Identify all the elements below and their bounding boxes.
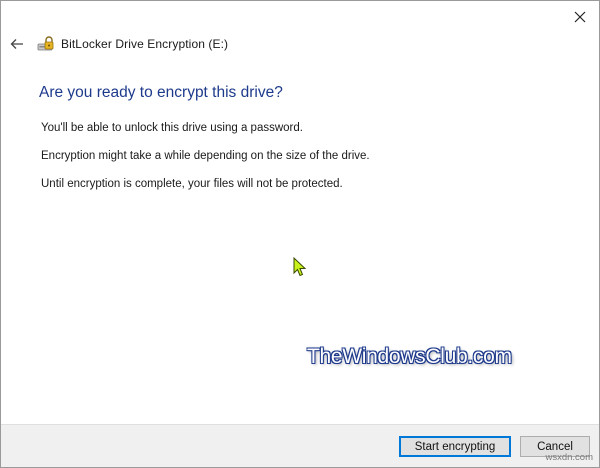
info-text-password: You'll be able to unlock this drive usin…: [41, 122, 303, 134]
page-heading: Are you ready to encrypt this drive?: [39, 84, 283, 101]
info-text-protection: Until encryption is complete, your files…: [41, 178, 343, 190]
window-title: BitLocker Drive Encryption (E:): [61, 37, 229, 51]
close-button[interactable]: [569, 7, 591, 27]
info-text-duration: Encryption might take a while depending …: [41, 150, 370, 162]
watermark-logo: TheWindowsClub.com: [307, 345, 512, 368]
mouse-cursor-icon: [293, 257, 307, 277]
dialog-footer: Start encrypting Cancel wsxdn.com: [1, 424, 599, 467]
back-button[interactable]: [9, 36, 25, 52]
site-watermark: wsxdn.com: [545, 452, 593, 463]
start-encrypting-button[interactable]: Start encrypting: [399, 436, 511, 457]
bitlocker-dialog: BitLocker Drive Encryption (E:) Are you …: [0, 0, 600, 468]
close-icon: [574, 11, 586, 23]
back-arrow-icon: [10, 39, 23, 49]
title-bar: BitLocker Drive Encryption (E:): [9, 34, 228, 54]
bitlocker-drive-icon: [37, 36, 55, 52]
